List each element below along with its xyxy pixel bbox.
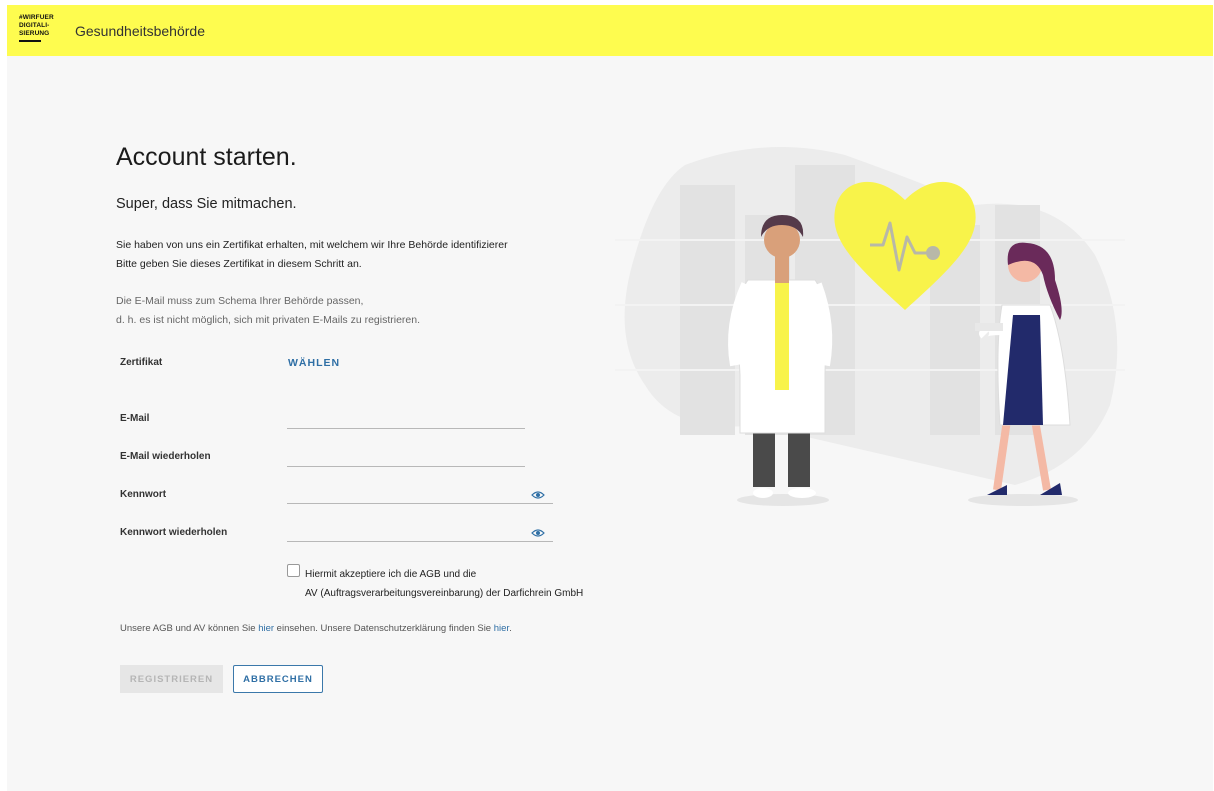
agb-checkbox[interactable] [287,564,300,577]
doctors-illustration [615,147,1125,506]
logo-line-1: #WIRFUER [19,14,54,21]
heartbeat-dot [926,246,940,260]
choose-certificate-button[interactable]: WÄHLEN [288,357,340,369]
password-repeat-input[interactable] [287,520,553,542]
logo-line-2: DIGITALI- [19,22,50,29]
page-title: Account starten. [116,143,297,171]
logo-line-3: SIERUNG [19,30,50,37]
legal-prefix: Unsere AGB und AV können Sie [120,623,259,634]
shadow-right [968,494,1078,506]
email-note: Die E-Mail muss zum Schema Ihrer Behörde… [116,292,420,330]
eye-icon[interactable] [531,490,545,500]
email-label: E-Mail [120,413,150,424]
intro-text: Sie haben von uns ein Zertifikat erhalte… [116,236,508,274]
wirfuer-logo[interactable]: #WIRFUER DIGITALI- SIERUNG [19,14,59,42]
logo-underline [19,40,41,42]
intro-line-2: Bitte geben Sie dieses Zertifikat in die… [116,258,362,270]
email-repeat-input[interactable] [287,445,525,467]
privacy-link[interactable]: hier [494,623,509,634]
note-line-2: d. h. es ist nicht möglich, sich mit pri… [116,314,421,326]
shadow-left [737,494,829,506]
agb-consent-text: Hiermit akzeptiere ich die AGB und die A… [305,565,583,603]
password-input[interactable] [287,482,553,504]
certificate-label: Zertifikat [120,357,163,368]
email-repeat-label: E-Mail wiederholen [120,451,211,462]
cancel-button[interactable]: ABBRECHEN [233,665,323,693]
agb-line-1: Hiermit akzeptiere ich die AGB und die [305,569,477,580]
agb-link[interactable]: hier [258,623,274,634]
legal-suffix: . [509,623,512,634]
brand-name: Gesundheitsbehörde [75,23,205,39]
email-input[interactable] [287,407,525,429]
legal-links-text: Unsere AGB und AV können Sie hier einseh… [120,623,512,634]
agb-line-2: AV (Auftragsverarbeitungsvereinbarung) d… [305,588,584,599]
intro-line-1: Sie haben von uns ein Zertifikat erhalte… [116,239,508,251]
password-label: Kennwort [120,489,167,500]
note-line-1: Die E-Mail muss zum Schema Ihrer Behörde… [116,295,364,307]
eye-icon[interactable] [531,528,545,538]
register-button[interactable]: REGISTRIEREN [120,665,223,693]
password-repeat-label: Kennwort wiederholen [120,527,228,538]
top-bar: #WIRFUER DIGITALI- SIERUNG Gesundheitsbe… [7,5,1213,56]
legal-middle: einsehen. Unsere Datenschutzerklärung fi… [274,623,494,634]
page-subtitle: Super, dass Sie mitmachen. [116,196,297,212]
